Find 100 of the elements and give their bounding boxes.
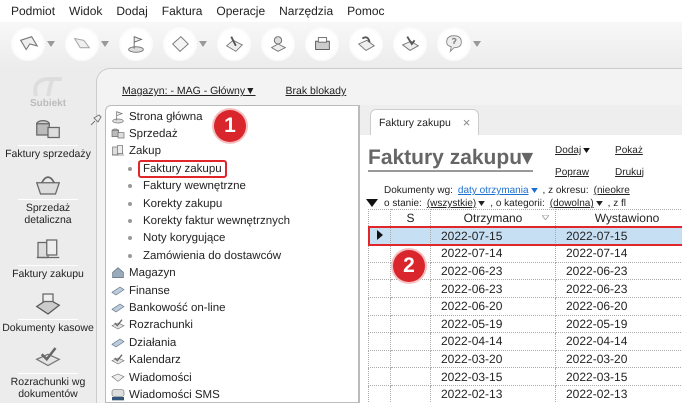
table-row[interactable]: 2022-05-19 2022-05-19 <box>368 315 682 333</box>
row-pointer-icon <box>376 230 382 240</box>
tree-item[interactable]: Zakup <box>129 145 161 158</box>
sidebar-item[interactable]: Faktury zakupu <box>1 268 95 280</box>
table-cell: 2022-03-20 <box>441 352 502 366</box>
table-cell: 2022-02-13 <box>441 387 502 402</box>
flag-icon <box>110 108 126 125</box>
menu-item[interactable]: Podmiot <box>4 4 62 18</box>
toolbar-button[interactable] <box>349 27 383 61</box>
tree-item[interactable]: Korekty zakupu <box>138 194 228 213</box>
table-row[interactable]: 2022-07-15 2022-07-15 <box>368 227 682 245</box>
table-cell: 2022-06-20 <box>566 299 628 314</box>
warehouse-selector[interactable]: Magazyn: - MAG - Główny▼ <box>122 85 256 101</box>
tree-item[interactable]: Bankowość on-line <box>129 302 226 314</box>
step-badge: 1 <box>214 110 246 142</box>
tree-item[interactable]: Wiadomości <box>129 372 192 384</box>
table-cell: 2022-06-23 <box>566 264 628 278</box>
table-row[interactable]: 2022-03-20 2022-03-20 <box>368 350 682 368</box>
table-row[interactable]: 2022-06-20 2022-06-20 <box>368 297 682 316</box>
tree-item[interactable]: Zamówienia do dostawców <box>138 246 286 265</box>
table-cell: 2022-06-23 <box>441 282 502 296</box>
caret-icon <box>583 148 590 153</box>
tree-item[interactable]: Działania <box>129 336 176 349</box>
filter-link[interactable]: (dowolna) <box>550 198 603 209</box>
dropdown-caret-icon[interactable] <box>47 41 55 47</box>
column-header[interactable]: Otrzymano <box>430 210 556 228</box>
table-cell: 2022-04-14 <box>441 334 502 348</box>
tree-item[interactable]: Wiadomości SMS <box>129 388 220 401</box>
table-cell: 2022-03-15 <box>566 370 628 384</box>
bullet-icon <box>128 236 132 240</box>
toolbar-button[interactable] <box>261 27 295 61</box>
menu-item[interactable]: Dodaj <box>109 4 155 18</box>
tree-item[interactable]: Kalendarz <box>129 354 181 366</box>
menu-item[interactable]: Faktura <box>154 4 210 18</box>
dropdown-caret-icon[interactable] <box>199 41 207 47</box>
menu-item[interactable]: Operacje <box>209 4 272 18</box>
sidebar-item[interactable]: Rozrachunki wg dokumentów <box>1 376 95 400</box>
tree-item[interactable]: Korekty faktur wewnętrznych <box>138 212 296 230</box>
tree-item[interactable]: Rozrachunki <box>129 319 193 332</box>
bullet-icon <box>128 254 132 258</box>
tree-item[interactable]: Sprzedaż <box>129 128 178 140</box>
menu-item[interactable]: Widok <box>62 4 110 18</box>
lock-status-link[interactable]: Brak blokady <box>286 85 346 101</box>
sidebar-item[interactable]: Faktury sprzedaży <box>1 148 95 160</box>
toolbar-button[interactable] <box>217 27 251 61</box>
table-cell: 2022-07-14 <box>441 246 502 260</box>
table-cell: 2022-06-20 <box>441 299 502 314</box>
action-link[interactable]: Drukuj <box>615 166 676 185</box>
step-badge: 2 <box>393 250 425 282</box>
action-link[interactable]: Pokaż <box>615 145 676 164</box>
bullet-icon <box>128 202 132 206</box>
sort-icon <box>542 215 549 220</box>
table-row[interactable]: 2022-03-15 2022-03-15 <box>368 368 682 386</box>
table-row[interactable]: 2022-02-13 2022-02-13 <box>368 385 682 403</box>
tree-item[interactable]: Faktury wewnętrzne <box>138 177 251 196</box>
help-icon <box>443 33 465 55</box>
column-header[interactable]: S <box>390 210 430 228</box>
dropdown-caret-icon[interactable] <box>101 41 109 47</box>
toolbar-button[interactable] <box>437 27 471 61</box>
tree-item[interactable]: Finanse <box>129 284 170 297</box>
filter-label: , o kategorii: <box>490 198 545 209</box>
filter-link[interactable]: (nieokre <box>594 185 630 196</box>
table-cell: 2022-05-19 <box>566 316 628 331</box>
dropdown-caret-icon[interactable] <box>473 41 481 47</box>
table-cell: 2022-03-15 <box>441 370 502 384</box>
view-title[interactable]: Faktury zakupu▾ <box>368 145 534 172</box>
close-icon[interactable]: × <box>462 115 470 130</box>
sidebar-item[interactable]: Sprzedaż detaliczna <box>1 202 95 226</box>
collapse-icon[interactable] <box>366 199 378 207</box>
menu-item[interactable]: Narzędzia <box>272 4 340 18</box>
toolbar-button[interactable] <box>163 27 197 61</box>
filter-link[interactable]: (wszystkie) <box>426 198 486 209</box>
tree-item[interactable]: Noty korygujące <box>138 229 230 248</box>
tree-item[interactable]: Magazyn <box>129 267 176 280</box>
sms-icon <box>110 386 126 403</box>
toolbar-button[interactable] <box>119 27 153 61</box>
table-row[interactable]: 2022-04-14 2022-04-14 <box>368 332 682 350</box>
bullet-icon <box>128 166 132 171</box>
tree-item[interactable]: Faktury zakupu <box>138 160 227 178</box>
caret-icon <box>530 188 538 193</box>
menu-item[interactable]: Pomoc <box>340 4 392 18</box>
table-cell: 2022-07-14 <box>566 246 628 260</box>
toolbar-button[interactable] <box>305 27 339 61</box>
action-link[interactable]: Popraw <box>555 166 616 185</box>
table-cell: 2022-06-23 <box>566 282 628 296</box>
filter-link[interactable]: daty otrzymania <box>458 185 538 196</box>
column-header[interactable]: Wystawiono <box>556 210 682 228</box>
bullet-icon <box>128 184 132 188</box>
document-tab[interactable]: Faktury zakupu × <box>370 109 480 135</box>
filter-label: o stanie: <box>384 198 422 209</box>
caret-icon <box>478 200 486 206</box>
toolbar-button[interactable] <box>11 27 45 61</box>
toolbar-button[interactable] <box>393 27 427 61</box>
tree-item[interactable]: Strona główna <box>129 110 203 123</box>
caret-icon <box>596 200 603 206</box>
filter-label: , z fl <box>608 198 626 209</box>
action-link[interactable]: Dodaj <box>555 145 616 164</box>
pin-icon[interactable] <box>89 113 103 127</box>
sidebar-item[interactable]: Dokumenty kasowe <box>1 322 95 334</box>
bullet-icon <box>128 219 132 224</box>
